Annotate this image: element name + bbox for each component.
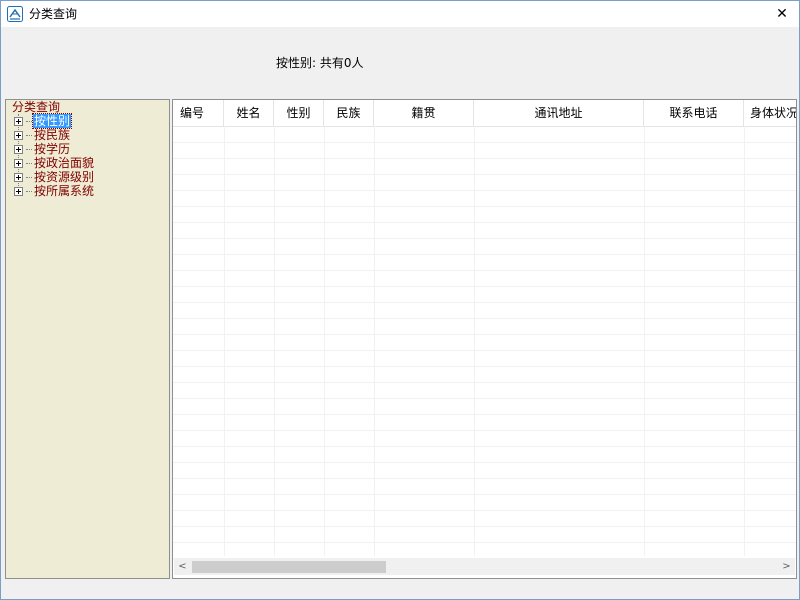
tree-root-label[interactable]: 分类查询 bbox=[12, 100, 60, 114]
grid-column-line bbox=[644, 126, 645, 556]
grid-column-line bbox=[474, 126, 475, 556]
column-header-health[interactable]: 身体状况 bbox=[744, 100, 796, 126]
grid-row-line bbox=[173, 158, 796, 159]
tree-item-by-resource-level[interactable]: 按资源级别 bbox=[14, 170, 95, 184]
grid-row-line bbox=[173, 206, 796, 207]
column-header-native-place[interactable]: 籍贯 bbox=[374, 100, 474, 126]
tree-item-by-gender[interactable]: 按性别 bbox=[14, 113, 73, 129]
grid-row-line bbox=[173, 270, 796, 271]
expand-icon[interactable] bbox=[14, 144, 23, 154]
expand-icon[interactable] bbox=[14, 130, 23, 140]
grid-row-line bbox=[173, 286, 796, 287]
category-tree[interactable]: 分类查询 按性别 按民族 按学历 按政治面貌 按资源级别 按所属系统 bbox=[5, 99, 170, 579]
horizontal-scrollbar[interactable]: < > bbox=[174, 558, 795, 575]
app-icon bbox=[7, 6, 23, 22]
chevron-right-icon: > bbox=[782, 561, 791, 572]
grid-column-line bbox=[224, 126, 225, 556]
grid-row-line bbox=[173, 510, 796, 511]
classification-query-window: 分类查询 ✕ 按性别: 共有0人 分类查询 按性别 按民族 按学历 按政治面貌 … bbox=[0, 0, 800, 600]
column-header-ethnicity[interactable]: 民族 bbox=[324, 100, 374, 126]
column-header-gender[interactable]: 性别 bbox=[274, 100, 324, 126]
tree-item-by-political-status[interactable]: 按政治面貌 bbox=[14, 156, 95, 170]
expand-icon[interactable] bbox=[14, 186, 23, 196]
tree-item-by-education[interactable]: 按学历 bbox=[14, 142, 71, 156]
grid-header: 编号 姓名 性别 民族 籍贯 通讯地址 联系电话 身体状况 bbox=[173, 100, 796, 127]
grid-body bbox=[173, 126, 796, 559]
grid-row-line bbox=[173, 494, 796, 495]
scroll-left-button[interactable]: < bbox=[174, 558, 191, 575]
grid-row-line bbox=[173, 190, 796, 191]
expand-icon[interactable] bbox=[14, 116, 23, 126]
result-summary: 按性别: 共有0人 bbox=[276, 56, 364, 70]
grid-row-line bbox=[173, 382, 796, 383]
column-header-id[interactable]: 编号 bbox=[173, 100, 224, 126]
results-grid[interactable]: 编号 姓名 性别 民族 籍贯 通讯地址 联系电话 身体状况 < > bbox=[172, 99, 797, 579]
tree-item-label[interactable]: 按民族 bbox=[33, 128, 71, 142]
grid-row-line bbox=[173, 430, 796, 431]
grid-row-line bbox=[173, 334, 796, 335]
grid-column-line bbox=[274, 126, 275, 556]
scroll-right-button[interactable]: > bbox=[778, 558, 795, 575]
expand-icon[interactable] bbox=[14, 158, 23, 168]
window-title: 分类查询 bbox=[29, 7, 78, 21]
grid-row-line bbox=[173, 398, 796, 399]
column-header-address[interactable]: 通讯地址 bbox=[474, 100, 644, 126]
grid-row-line bbox=[173, 366, 796, 367]
grid-row-line bbox=[173, 542, 796, 543]
grid-column-line bbox=[374, 126, 375, 556]
column-header-name[interactable]: 姓名 bbox=[224, 100, 274, 126]
chevron-left-icon: < bbox=[178, 561, 187, 572]
column-header-phone[interactable]: 联系电话 bbox=[644, 100, 744, 126]
grid-row-line bbox=[173, 142, 796, 143]
close-button[interactable]: ✕ bbox=[765, 1, 799, 27]
grid-row-line bbox=[173, 526, 796, 527]
grid-row-line bbox=[173, 446, 796, 447]
tree-item-label[interactable]: 按所属系统 bbox=[33, 184, 95, 198]
grid-row-line bbox=[173, 350, 796, 351]
grid-column-line bbox=[744, 126, 745, 556]
grid-row-line bbox=[173, 478, 796, 479]
grid-row-line bbox=[173, 462, 796, 463]
expand-icon[interactable] bbox=[14, 172, 23, 182]
scroll-thumb[interactable] bbox=[192, 561, 386, 573]
tree-item-label[interactable]: 按政治面貌 bbox=[33, 156, 95, 170]
grid-column-line bbox=[324, 126, 325, 556]
title-bar[interactable]: 分类查询 ✕ bbox=[1, 1, 799, 27]
tree-item-by-system[interactable]: 按所属系统 bbox=[14, 184, 95, 198]
grid-row-line bbox=[173, 222, 796, 223]
grid-row-line bbox=[173, 318, 796, 319]
tree-item-label[interactable]: 按性别 bbox=[31, 113, 73, 129]
close-icon: ✕ bbox=[776, 6, 788, 22]
tree-item-label[interactable]: 按资源级别 bbox=[33, 170, 95, 184]
tree-item-by-ethnicity[interactable]: 按民族 bbox=[14, 128, 71, 142]
grid-row-line bbox=[173, 414, 796, 415]
grid-row-line bbox=[173, 238, 796, 239]
grid-row-line bbox=[173, 174, 796, 175]
grid-row-line bbox=[173, 302, 796, 303]
tree-item-label[interactable]: 按学历 bbox=[33, 142, 71, 156]
grid-row-line bbox=[173, 254, 796, 255]
